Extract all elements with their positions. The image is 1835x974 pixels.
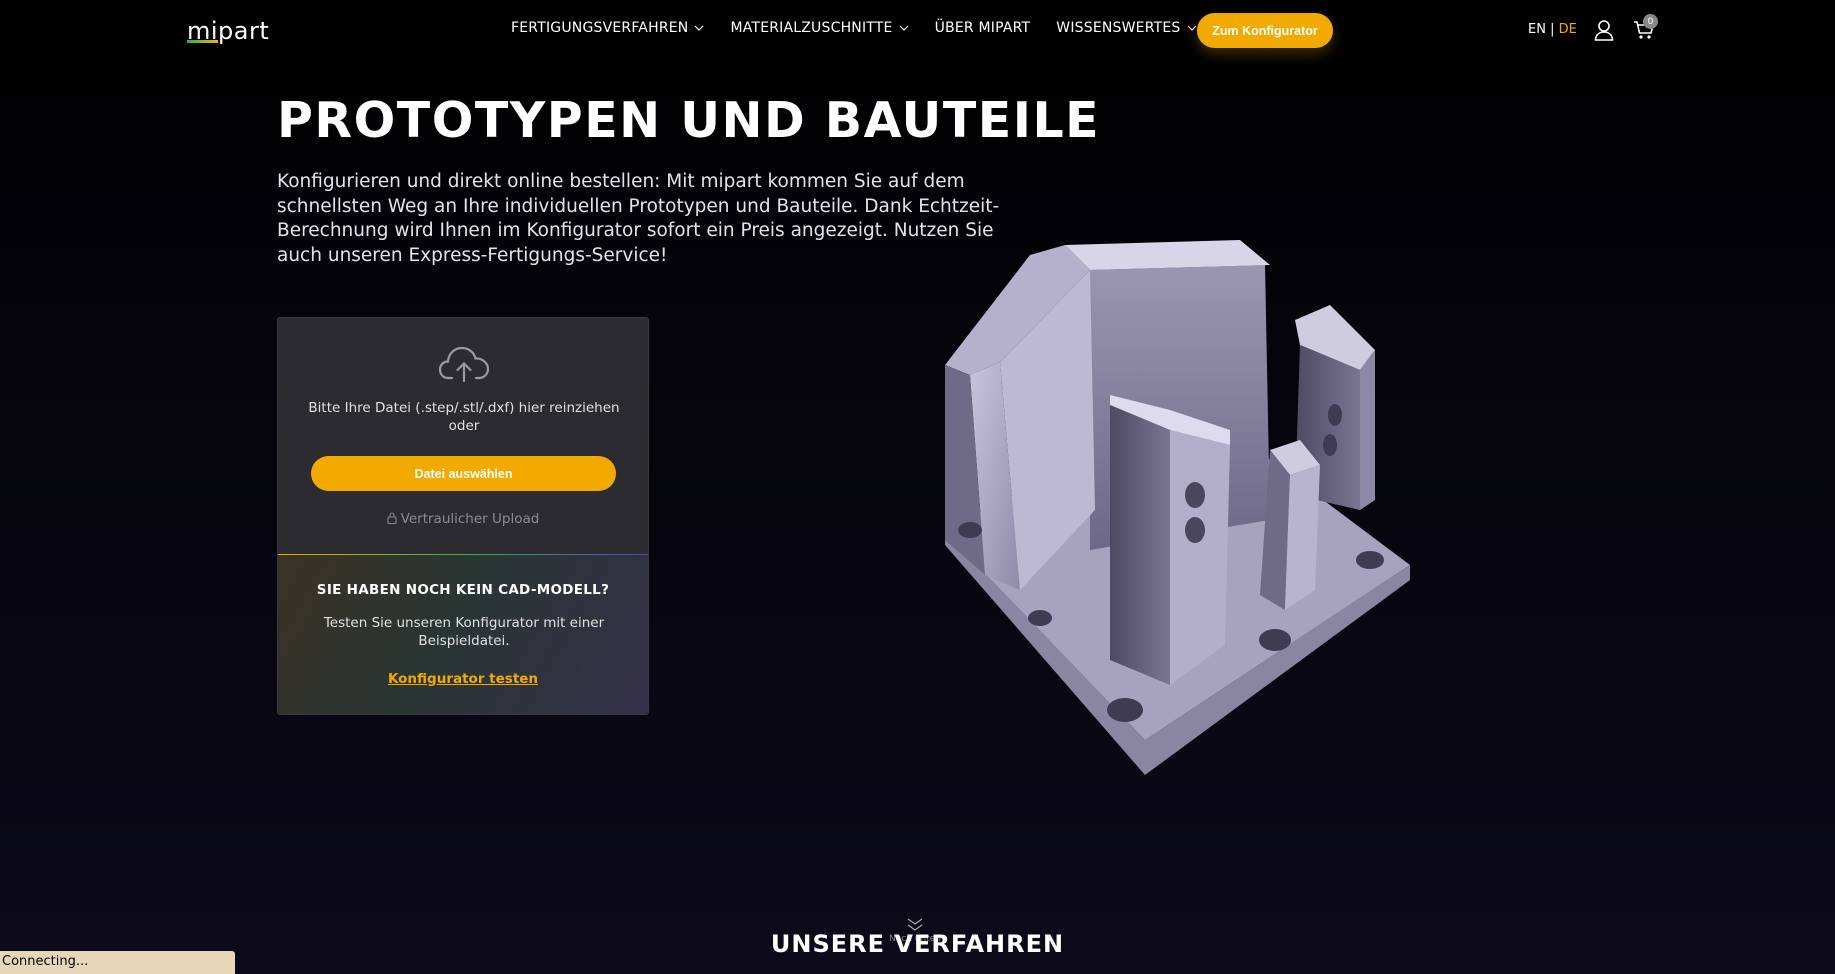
user-account-icon[interactable]	[1594, 19, 1614, 41]
menu-item-fertigungsverfahren[interactable]: FERTIGUNGSVERFAHREN	[511, 20, 704, 36]
cad-part-render	[945, 240, 1410, 775]
chevron-down-icon	[899, 25, 909, 31]
main-menu: FERTIGUNGSVERFAHREN MATERIALZUSCHNITTE Ü…	[511, 20, 1197, 36]
chevron-down-icon	[695, 25, 704, 31]
logo-mi-text: mi	[187, 17, 219, 45]
mipart-logo[interactable]: mipart	[187, 17, 269, 45]
menu-item-wissenswertes[interactable]: WISSENSWERTES	[1056, 20, 1196, 36]
section-title-verfahren: UNSERE VERFAHREN	[770, 930, 1065, 958]
lang-en-link[interactable]: EN	[1528, 22, 1546, 37]
zum-konfigurator-button[interactable]: Zum Konfigurator	[1197, 13, 1333, 48]
lock-icon	[387, 512, 397, 524]
cart-count-badge: 0	[1643, 14, 1658, 29]
secure-upload-note: Vertraulicher Upload	[278, 511, 648, 527]
language-switcher: EN | DE	[1528, 22, 1577, 37]
top-navigation: mipart FERTIGUNGSVERFAHREN MATERIALZUSCH…	[0, 0, 1835, 60]
page-title: PROTOTYPEN UND BAUTEILE	[277, 92, 1101, 149]
logo-part-text: part	[218, 17, 270, 45]
no-cad-title: SIE HABEN NOCH KEIN CAD-MODELL?	[316, 582, 610, 598]
chevron-down-icon	[1187, 25, 1196, 31]
menu-label: ÜBER MIPART	[934, 20, 1031, 36]
test-configurator-link[interactable]: Konfigurator testen	[278, 671, 648, 687]
browser-status-bar: Connecting...	[0, 951, 235, 974]
no-cad-description: Testen Sie unseren Konfigurator mit eine…	[323, 615, 605, 649]
lang-de-link[interactable]: DE	[1559, 22, 1577, 37]
no-cad-panel: SIE HABEN NOCH KEIN CAD-MODELL? Testen S…	[278, 555, 648, 714]
menu-item-ueber-mipart[interactable]: ÜBER MIPART	[935, 20, 1031, 36]
cloud-upload-icon	[438, 346, 490, 383]
upload-instructions: Bitte Ihre Datei (.step/.stl/.dxf) hier …	[308, 400, 620, 434]
menu-label: FERTIGUNGSVERFAHREN	[511, 20, 689, 36]
secure-upload-label: Vertraulicher Upload	[400, 511, 540, 527]
choose-file-button[interactable]: Datei auswählen	[311, 456, 616, 491]
upload-dropzone[interactable]: Bitte Ihre Datei (.step/.stl/.dxf) hier …	[278, 318, 648, 555]
menu-label: WISSENSWERTES	[1056, 20, 1181, 36]
menu-label: MATERIALZUSCHNITTE	[730, 20, 893, 36]
menu-item-materialzuschnitte[interactable]: MATERIALZUSCHNITTE	[730, 20, 909, 36]
upload-card: Bitte Ihre Datei (.step/.stl/.dxf) hier …	[277, 317, 649, 715]
lang-separator: |	[1545, 22, 1559, 37]
hero-description: Konfigurieren und direkt online bestelle…	[277, 171, 1000, 266]
